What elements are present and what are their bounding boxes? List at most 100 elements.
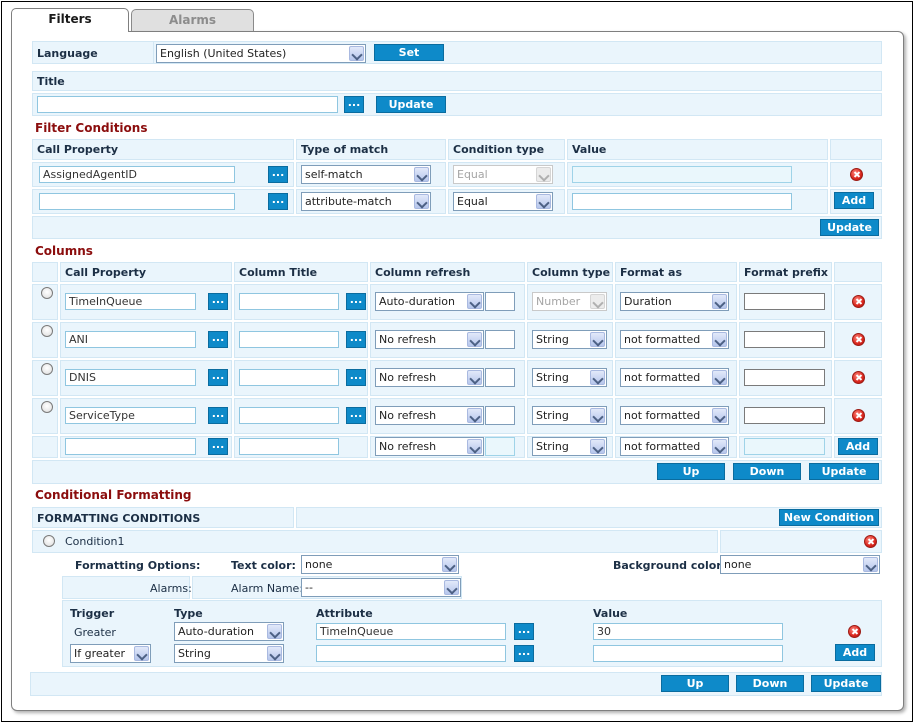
chevron-down-icon bbox=[467, 294, 482, 309]
condition-name[interactable]: Condition1 bbox=[65, 535, 125, 548]
columns-update-button[interactable]: Update bbox=[809, 463, 879, 480]
column-call-property-input[interactable]: TimeInQueue bbox=[65, 293, 196, 310]
column-call-property-input[interactable]: ServiceType bbox=[65, 407, 196, 424]
column-format-select[interactable]: not formatted bbox=[620, 330, 729, 349]
column-title-browse-button[interactable]: ... bbox=[346, 331, 366, 348]
column-format-prefix-input[interactable] bbox=[744, 331, 825, 348]
column-row-radio[interactable] bbox=[41, 287, 53, 299]
fc-header-type-of-match: Type of match bbox=[301, 143, 389, 156]
column-refresh-interval-input[interactable] bbox=[485, 368, 515, 387]
column-add-button[interactable]: Add bbox=[838, 438, 878, 455]
fc-call-property-input[interactable]: AssignedAgentID bbox=[39, 166, 235, 183]
column-refresh-select[interactable]: Auto-duration bbox=[375, 292, 484, 311]
trigger-type-select[interactable]: String bbox=[174, 644, 284, 663]
text-color-select[interactable]: none bbox=[301, 555, 459, 574]
fc-value-input[interactable] bbox=[572, 193, 792, 210]
fc-type-of-match-select[interactable]: self-match bbox=[301, 165, 431, 184]
columns-up-button[interactable]: Up bbox=[657, 463, 725, 480]
column-format-select[interactable]: not formatted bbox=[620, 406, 729, 425]
column-property-browse-button[interactable]: ... bbox=[208, 331, 228, 348]
set-language-button[interactable]: Set bbox=[374, 44, 444, 61]
column-refresh-interval-input[interactable] bbox=[485, 406, 515, 425]
column-refresh-interval-input[interactable] bbox=[485, 437, 515, 456]
column-title-input[interactable] bbox=[239, 438, 339, 455]
chevron-down-icon bbox=[467, 408, 482, 423]
trigger-type-select[interactable]: Auto-duration bbox=[174, 622, 284, 641]
delete-icon[interactable] bbox=[848, 625, 861, 638]
condition-radio[interactable] bbox=[43, 535, 55, 547]
column-row-radio[interactable] bbox=[41, 363, 53, 375]
column-type-select[interactable]: String bbox=[532, 330, 607, 349]
delete-icon[interactable] bbox=[850, 168, 863, 181]
language-select[interactable]: English (United States) bbox=[156, 44, 366, 63]
column-property-browse-button[interactable]: ... bbox=[208, 369, 228, 386]
column-refresh-interval-input[interactable] bbox=[485, 292, 515, 311]
column-refresh-select[interactable]: No refresh bbox=[375, 406, 484, 425]
background-color-select[interactable]: none bbox=[720, 555, 880, 574]
trigger-value-input[interactable]: 30 bbox=[593, 623, 783, 640]
column-row-radio[interactable] bbox=[41, 325, 53, 337]
fc-browse-button[interactable]: ... bbox=[268, 166, 288, 183]
column-refresh-select[interactable]: No refresh bbox=[375, 437, 484, 456]
delete-icon[interactable] bbox=[864, 535, 877, 548]
column-call-property-input[interactable]: DNIS bbox=[65, 369, 196, 386]
column-title-browse-button[interactable]: ... bbox=[346, 369, 366, 386]
fc-call-property-input[interactable] bbox=[39, 193, 235, 210]
column-property-browse-button[interactable]: ... bbox=[208, 293, 228, 310]
column-format-prefix-input[interactable] bbox=[744, 407, 825, 424]
trigger-add-button[interactable]: Add bbox=[835, 644, 875, 661]
column-format-select[interactable]: not formatted bbox=[620, 437, 729, 456]
alarm-name-select[interactable]: -- bbox=[301, 578, 461, 597]
tab-alarms[interactable]: Alarms bbox=[131, 9, 254, 31]
column-refresh-select[interactable]: No refresh bbox=[375, 330, 484, 349]
cf-down-button[interactable]: Down bbox=[736, 675, 804, 692]
column-title-browse-button[interactable]: ... bbox=[346, 407, 366, 424]
column-type-select[interactable]: String bbox=[532, 368, 607, 387]
fc-condition-type-select[interactable]: Equal bbox=[453, 192, 553, 211]
column-format-prefix-input[interactable] bbox=[744, 369, 825, 386]
trigger-attribute-input[interactable]: TimeInQueue bbox=[316, 623, 506, 640]
tab-filters[interactable]: Filters bbox=[11, 8, 129, 32]
fc-add-button[interactable]: Add bbox=[834, 192, 874, 209]
column-call-property-input[interactable]: ANI bbox=[65, 331, 196, 348]
column-refresh-select[interactable]: No refresh bbox=[375, 368, 484, 387]
column-property-browse-button[interactable]: ... bbox=[208, 407, 228, 424]
delete-icon[interactable] bbox=[852, 333, 865, 346]
delete-icon[interactable] bbox=[852, 409, 865, 422]
column-title-input[interactable] bbox=[239, 331, 339, 348]
column-title-input[interactable] bbox=[239, 293, 339, 310]
trigger-select-value: If greater bbox=[74, 647, 125, 660]
trigger-attribute-browse-button[interactable]: ... bbox=[514, 645, 534, 662]
column-format-select[interactable]: not formatted bbox=[620, 368, 729, 387]
title-input[interactable] bbox=[37, 96, 338, 113]
fc-browse-button[interactable]: ... bbox=[268, 193, 288, 210]
fc-update-button[interactable]: Update bbox=[820, 219, 879, 236]
trigger-attribute-input[interactable] bbox=[316, 645, 506, 662]
title-browse-button[interactable]: ... bbox=[344, 96, 364, 113]
column-type-select[interactable]: String bbox=[532, 406, 607, 425]
column-format-prefix-input[interactable] bbox=[744, 438, 825, 455]
fc-type-of-match-select[interactable]: attribute-match bbox=[301, 192, 431, 211]
column-title-browse-button[interactable]: ... bbox=[346, 293, 366, 310]
column-call-property-input[interactable] bbox=[65, 438, 196, 455]
column-format-prefix-input[interactable] bbox=[744, 293, 825, 310]
delete-icon[interactable] bbox=[852, 295, 865, 308]
title-update-button[interactable]: Update bbox=[376, 96, 446, 113]
cf-update-button[interactable]: Update bbox=[811, 675, 881, 692]
column-type-select[interactable]: String bbox=[532, 437, 607, 456]
column-refresh-interval-input[interactable] bbox=[485, 330, 515, 349]
new-condition-button[interactable]: New Condition bbox=[779, 509, 879, 526]
cf-up-button[interactable]: Up bbox=[661, 675, 729, 692]
columns-down-button[interactable]: Down bbox=[733, 463, 801, 480]
fc-value-input[interactable] bbox=[572, 166, 792, 183]
column-title-input[interactable] bbox=[239, 407, 339, 424]
column-row-radio[interactable] bbox=[41, 401, 53, 413]
trigger-select[interactable]: If greater bbox=[70, 644, 151, 663]
trigger-value-input[interactable] bbox=[593, 645, 783, 662]
column-title-input[interactable] bbox=[239, 369, 339, 386]
column-format-select[interactable]: Duration bbox=[620, 292, 729, 311]
chevron-down-icon bbox=[590, 439, 605, 454]
trigger-attribute-browse-button[interactable]: ... bbox=[514, 623, 534, 640]
delete-icon[interactable] bbox=[852, 371, 865, 384]
column-property-browse-button[interactable]: ... bbox=[208, 438, 228, 455]
